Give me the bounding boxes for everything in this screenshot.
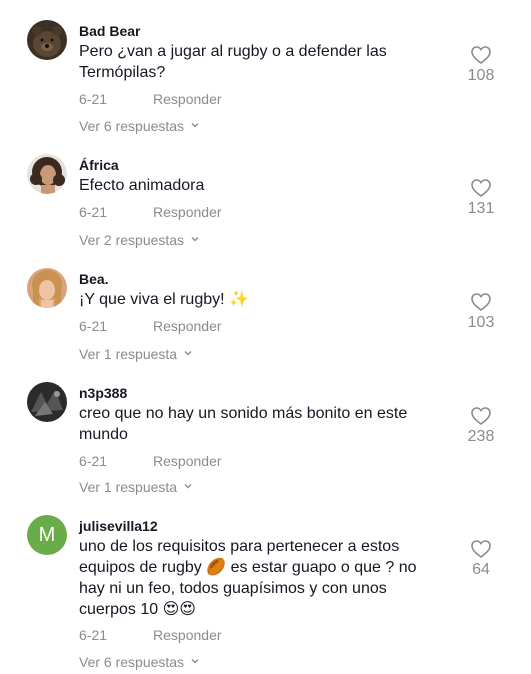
- like-count: 103: [467, 314, 495, 331]
- avatar[interactable]: [27, 20, 67, 60]
- reply-button[interactable]: Responder: [153, 204, 222, 220]
- comment-item: Bea. ¡Y que viva el rugby! ✨ 6-21 Respond…: [0, 268, 531, 378]
- avatar[interactable]: [27, 382, 67, 422]
- heart-icon: [471, 407, 491, 425]
- username[interactable]: África: [79, 157, 119, 173]
- avatar[interactable]: [27, 154, 67, 194]
- view-replies-button[interactable]: Ver 6 respuestas: [79, 118, 199, 134]
- like-button[interactable]: 108: [461, 46, 501, 86]
- comment-text: uno de los requisitos para pertenecer a …: [79, 538, 417, 618]
- comment-text: creo que no hay un sonido más bonito en …: [79, 405, 408, 443]
- comment-date: 6-21: [79, 453, 108, 469]
- like-button[interactable]: 64: [461, 540, 501, 580]
- like-button[interactable]: 238: [461, 407, 501, 447]
- woman-curly-hair-avatar-icon: [27, 154, 67, 194]
- username[interactable]: n3p388: [79, 385, 127, 401]
- view-replies-label: Ver 2 respuestas: [79, 232, 185, 248]
- chevron-down-icon: [184, 351, 192, 356]
- comment-meta: 6-21 Responder: [79, 453, 222, 469]
- chevron-down-icon: [191, 659, 199, 664]
- bear-avatar-icon: [27, 20, 67, 60]
- reply-button[interactable]: Responder: [153, 453, 222, 469]
- comment-item: n3p388 creo que no hay un sonido más bon…: [0, 382, 531, 502]
- comment-date: 6-21: [79, 318, 108, 334]
- comment-date: 6-21: [79, 627, 108, 643]
- comment-date: 6-21: [79, 91, 108, 107]
- like-count: 108: [467, 67, 495, 84]
- view-replies-button[interactable]: Ver 1 respuesta: [79, 479, 192, 495]
- comment-text: Efecto animadora: [79, 177, 205, 194]
- comment-text: ¡Y que viva el rugby! ✨: [79, 291, 249, 308]
- like-count: 64: [472, 561, 490, 578]
- reply-button[interactable]: Responder: [153, 91, 222, 107]
- username[interactable]: julisevilla12: [79, 518, 158, 534]
- chevron-down-icon: [191, 237, 199, 242]
- view-replies-label: Ver 6 respuestas: [79, 118, 185, 134]
- reply-button[interactable]: Responder: [153, 627, 222, 643]
- comment-item: Bad Bear Pero ¿van a jugar al rugby o a …: [0, 20, 531, 140]
- heart-icon: [471, 293, 491, 311]
- like-count: 131: [467, 200, 495, 217]
- comment-meta: 6-21 Responder: [79, 627, 222, 643]
- view-replies-button[interactable]: Ver 2 respuestas: [79, 232, 199, 248]
- heart-icon: [471, 179, 491, 197]
- avatar[interactable]: M: [27, 515, 67, 555]
- reply-button[interactable]: Responder: [153, 318, 222, 334]
- avatar[interactable]: [27, 268, 67, 308]
- view-replies-button[interactable]: Ver 1 respuesta: [79, 346, 192, 362]
- dark-photo-avatar-icon: [27, 382, 67, 422]
- comment-meta: 6-21 Responder: [79, 204, 222, 220]
- comment-item: M julisevilla12 uno de los requisitos pa…: [0, 515, 531, 674]
- username[interactable]: Bea.: [79, 271, 109, 287]
- view-replies-label: Ver 1 respuesta: [79, 346, 178, 362]
- comment-meta: 6-21 Responder: [79, 318, 222, 334]
- chevron-down-icon: [184, 484, 192, 489]
- woman-blonde-avatar-icon: [27, 268, 67, 308]
- view-replies-button[interactable]: Ver 6 respuestas: [79, 654, 199, 670]
- view-replies-label: Ver 1 respuesta: [79, 479, 178, 495]
- view-replies-label: Ver 6 respuestas: [79, 654, 185, 670]
- heart-icon: [471, 540, 491, 558]
- chevron-down-icon: [191, 123, 199, 128]
- comment-text: Pero ¿van a jugar al rugby o a defender …: [79, 43, 387, 81]
- comment-meta: 6-21 Responder: [79, 91, 222, 107]
- comment-date: 6-21: [79, 204, 108, 220]
- heart-icon: [471, 46, 491, 64]
- username[interactable]: Bad Bear: [79, 23, 140, 39]
- like-count: 238: [467, 428, 495, 445]
- comment-item: África Efecto animadora 6-21 Responder Ve…: [0, 154, 531, 264]
- like-button[interactable]: 103: [461, 293, 501, 333]
- like-button[interactable]: 131: [461, 179, 501, 219]
